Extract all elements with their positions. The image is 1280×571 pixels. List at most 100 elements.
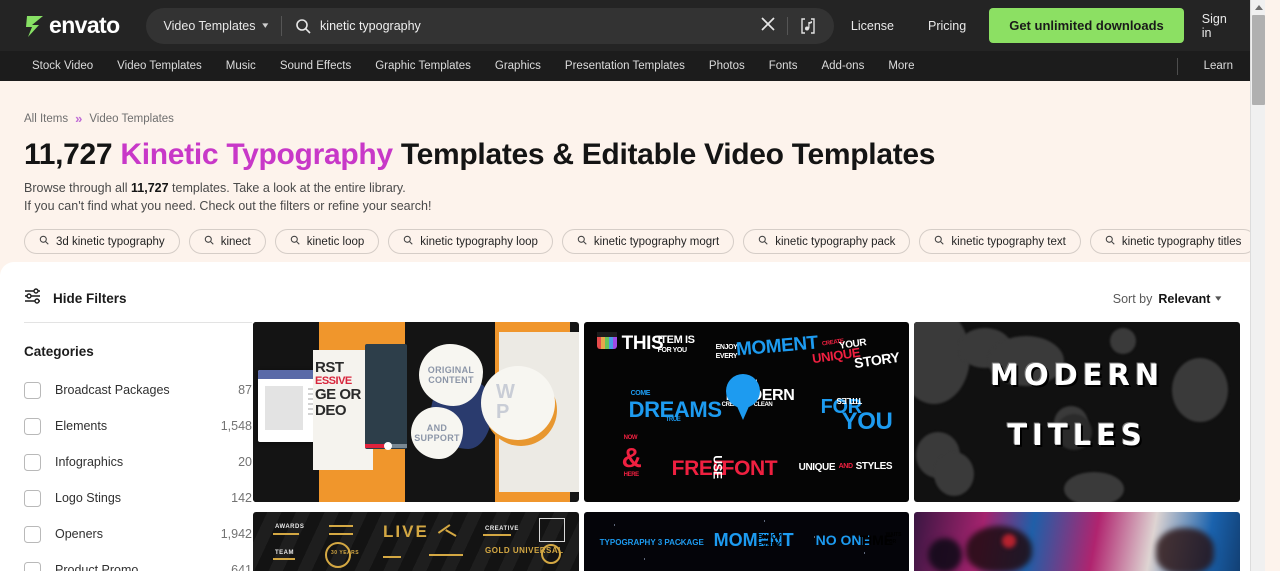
- thumb-logo-text: LIVE: [383, 522, 429, 541]
- checkbox[interactable]: [24, 381, 41, 399]
- close-icon[interactable]: [749, 16, 787, 35]
- results-toolbar: Hide Filters Sort by Relevant ▾: [0, 262, 1265, 309]
- sort-by-dropdown[interactable]: Sort by Relevant ▾: [1113, 292, 1241, 306]
- envato-bolt-icon: [24, 14, 46, 38]
- nav-item-graphics[interactable]: Graphics: [483, 60, 553, 72]
- chevron-down-icon: ▾: [261, 20, 268, 30]
- thumb-text: NOW: [623, 435, 638, 441]
- thumb-text: FOR YOU: [657, 347, 687, 354]
- thumb-text: EVERY: [715, 353, 738, 360]
- result-card-kinetic-typography-titles-pack[interactable]: THIS ITEM IS FOR YOU ENJOY EVERY MOMENT …: [583, 322, 910, 502]
- nav-item-music[interactable]: Music: [214, 60, 268, 72]
- filter-count: 142: [231, 491, 252, 505]
- header-link-license[interactable]: License: [834, 19, 911, 33]
- hide-filters-button[interactable]: Hide Filters: [24, 288, 127, 309]
- nav-item-photos[interactable]: Photos: [697, 60, 757, 72]
- search-bar: Video Templates ▾: [145, 7, 834, 44]
- scroll-up-arrow-icon[interactable]: [1251, 0, 1265, 14]
- thumb-text: HERE: [623, 472, 639, 478]
- result-card-modern-titles[interactable]: MODERN TITLES: [914, 322, 1240, 502]
- nav-item-more[interactable]: More: [876, 60, 926, 72]
- filter-logo-stings[interactable]: Logo Stings 142: [24, 480, 252, 516]
- result-card-corporate-slideshow-promo[interactable]: RST ESSIVE GE OR DEO ORIGINAL CONTENT AN…: [253, 322, 579, 502]
- nav-item-sound-effects[interactable]: Sound Effects: [268, 60, 363, 72]
- results-panel: Hide Filters Sort by Relevant ▾ Categori…: [0, 262, 1265, 571]
- search-icon: [39, 235, 49, 248]
- subline-pre: Browse through all: [24, 181, 128, 195]
- envato-logo[interactable]: envato: [24, 12, 120, 39]
- header-actions: License Pricing Get unlimited downloads …: [834, 8, 1249, 43]
- results-grid: RST ESSIVE GE OR DEO ORIGINAL CONTENT AN…: [253, 309, 1265, 571]
- result-card-gold-logo-stings-pack[interactable]: AWARDS LIVE CREATIVE TEAM 30 YEARS GOLD …: [253, 512, 579, 571]
- nav-item-video-templates[interactable]: Video Templates: [105, 60, 214, 72]
- thumb-text: YOU: [841, 408, 893, 435]
- pill-kinetic-typography-pack[interactable]: kinetic typography pack: [743, 229, 911, 254]
- page-scrollbar[interactable]: [1250, 0, 1265, 571]
- filter-broadcast-packages[interactable]: Broadcast Packages 87: [24, 372, 252, 408]
- nav-item-fonts[interactable]: Fonts: [757, 60, 810, 72]
- checkbox[interactable]: [24, 489, 41, 507]
- nav-item-stock-video[interactable]: Stock Video: [20, 60, 105, 72]
- thumb-text: AND: [838, 463, 853, 470]
- pill-kinetic-typography-titles[interactable]: kinetic typography titles: [1089, 229, 1257, 254]
- search-input[interactable]: [320, 7, 749, 44]
- thumb-subject-2: [928, 538, 963, 571]
- filters-sliders-icon: [24, 288, 42, 309]
- thumb-text: FONT: [721, 457, 778, 480]
- pill-3d-kinetic-typography[interactable]: 3d kinetic typography: [24, 229, 180, 254]
- thumb-title-line2: TITLES: [1007, 418, 1147, 452]
- page-title: 11,727 Kinetic Typography Templates & Ed…: [0, 126, 1265, 172]
- scrollbar-thumb[interactable]: [1252, 15, 1265, 105]
- result-card-typography-package-titles[interactable]: TYPOGRAPHY 3 PACKAGE MOMENT ENJOY EVERY …: [583, 512, 910, 571]
- filter-label: Infographics: [55, 455, 124, 469]
- checkbox[interactable]: [24, 525, 41, 543]
- filter-openers[interactable]: Openers 1,942: [24, 516, 252, 552]
- pill-label: kinect: [220, 235, 251, 248]
- filter-count: 20: [238, 455, 252, 469]
- thumb-blob-and-support: AND SUPPORT: [411, 407, 463, 459]
- search-icon: [204, 235, 214, 248]
- pill-kinetic-typography-loop[interactable]: kinetic typography loop: [388, 229, 553, 254]
- filter-elements[interactable]: Elements 1,548: [24, 408, 252, 444]
- result-card-colorful-portrait-video[interactable]: [914, 512, 1240, 571]
- pill-label: kinetic loop: [306, 235, 365, 248]
- checkbox[interactable]: [24, 453, 41, 471]
- subline-count: 11,727: [131, 181, 169, 195]
- thumb-logo-text: TEAM: [275, 550, 294, 556]
- nav-item-graphic-templates[interactable]: Graphic Templates: [363, 60, 483, 72]
- nav-item-add-ons[interactable]: Add-ons: [809, 60, 876, 72]
- filter-label: Product Promo: [55, 563, 139, 571]
- pill-kinect[interactable]: kinect: [188, 229, 266, 254]
- thumb-blob-line2: CONTENT: [428, 375, 474, 385]
- pill-kinetic-typography-text[interactable]: kinetic typography text: [919, 229, 1081, 254]
- pill-kinetic-loop[interactable]: kinetic loop: [274, 229, 380, 254]
- checkbox[interactable]: [24, 417, 41, 435]
- checkbox[interactable]: [24, 561, 41, 571]
- filter-infographics[interactable]: Infographics 20: [24, 444, 252, 480]
- pill-kinetic-typography-mogrt[interactable]: kinetic typography mogrt: [561, 229, 735, 254]
- page-root: envato Video Templates ▾ kinetic typogra…: [0, 0, 1265, 571]
- filter-product-promo[interactable]: Product Promo 641: [24, 552, 252, 571]
- nav-item-presentation-templates[interactable]: Presentation Templates: [553, 60, 697, 72]
- thumb-blob-line1: AND: [426, 423, 448, 433]
- thumb-wp-1: W: [496, 381, 515, 403]
- sidebar-divider: [24, 322, 252, 323]
- pill-label: kinetic typography titles: [1121, 235, 1242, 248]
- nav-item-learn[interactable]: Learn: [1192, 60, 1245, 72]
- header-link-pricing[interactable]: Pricing: [911, 19, 983, 33]
- search-icon: [403, 235, 413, 248]
- thumb-logo-text: 30 YEARS: [331, 550, 360, 556]
- page-title-highlight: Kinetic Typography: [120, 138, 393, 171]
- thumb-text: MOMENT: [734, 332, 819, 361]
- thumb-blob-line1: ORIGINAL: [427, 365, 475, 375]
- sign-in-link[interactable]: Sign in: [1194, 12, 1245, 40]
- get-unlimited-downloads-button[interactable]: Get unlimited downloads: [989, 8, 1184, 43]
- breadcrumb-video-templates[interactable]: Video Templates: [89, 113, 174, 125]
- search-icon: [290, 235, 300, 248]
- nav-divider: [1176, 57, 1178, 75]
- breadcrumb-all-items[interactable]: All Items: [24, 113, 68, 125]
- image-search-icon[interactable]: [788, 17, 828, 35]
- search-category-dropdown[interactable]: Video Templates ▾: [146, 8, 282, 44]
- pill-label: kinetic typography loop: [420, 235, 538, 248]
- breadcrumb: All Items » Video Templates: [0, 81, 1265, 126]
